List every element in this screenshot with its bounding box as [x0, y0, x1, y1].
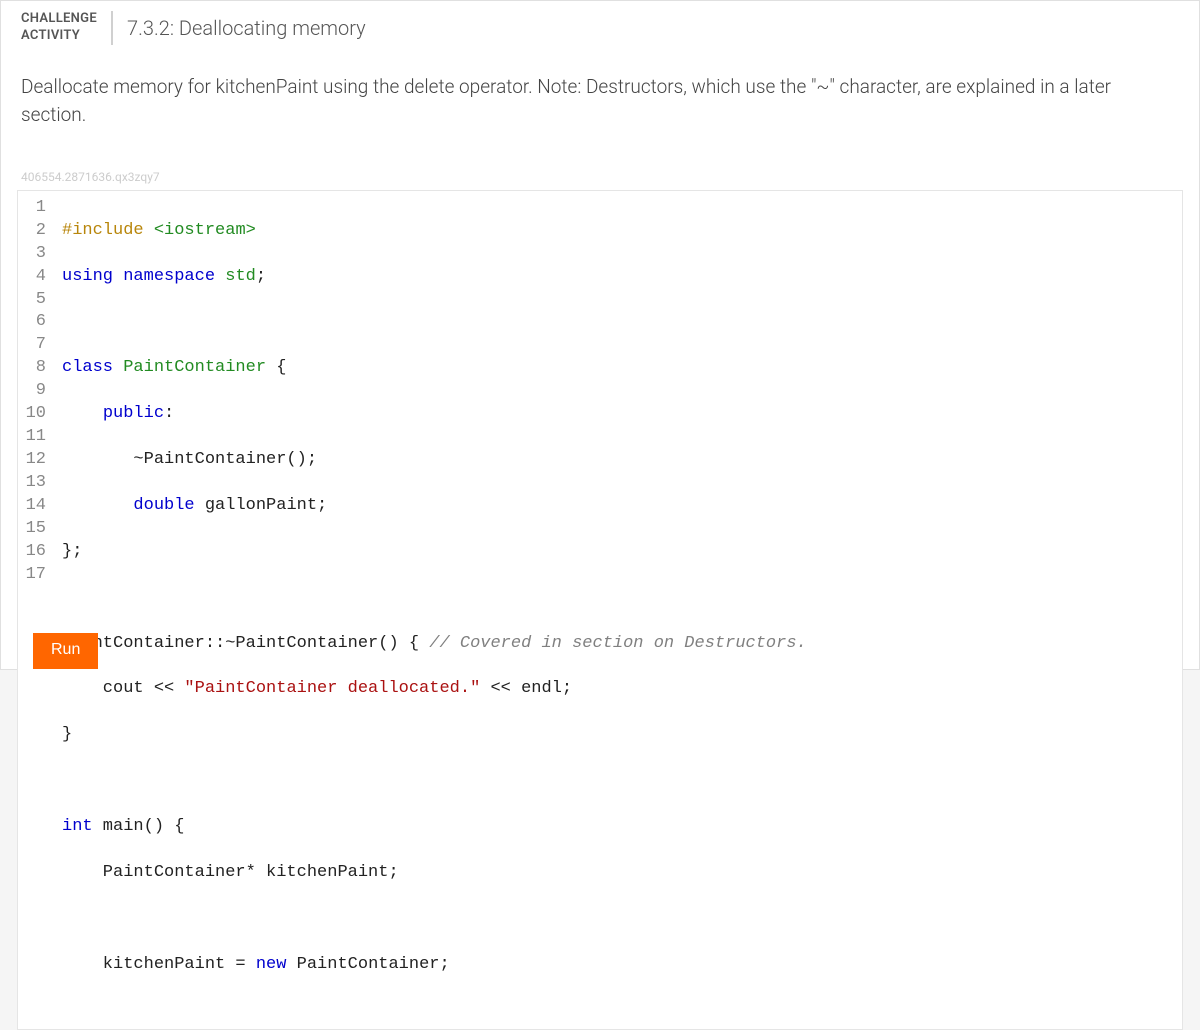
line-number-gutter: 1234567891011121314151617 — [18, 191, 56, 1029]
code-editor[interactable]: 1234567891011121314151617 #include <iost… — [17, 190, 1183, 1030]
activity-title: 7.3.2: Deallocating memory — [113, 16, 366, 40]
challenge-container: CHALLENGE ACTIVITY 7.3.2: Deallocating m… — [0, 0, 1200, 670]
challenge-header: CHALLENGE ACTIVITY 7.3.2: Deallocating m… — [1, 1, 1199, 55]
instructions-text: Deallocate memory for kitchenPaint using… — [1, 55, 1199, 140]
activity-label: CHALLENGE ACTIVITY — [21, 11, 113, 45]
activity-label-line1: CHALLENGE — [21, 11, 97, 26]
run-button[interactable]: Run — [33, 633, 98, 669]
activity-label-line2: ACTIVITY — [21, 28, 80, 43]
watermark-id: 406554.2871636.qx3zqy7 — [1, 140, 1199, 190]
code-content[interactable]: #include <iostream> using namespace std;… — [56, 191, 807, 1029]
